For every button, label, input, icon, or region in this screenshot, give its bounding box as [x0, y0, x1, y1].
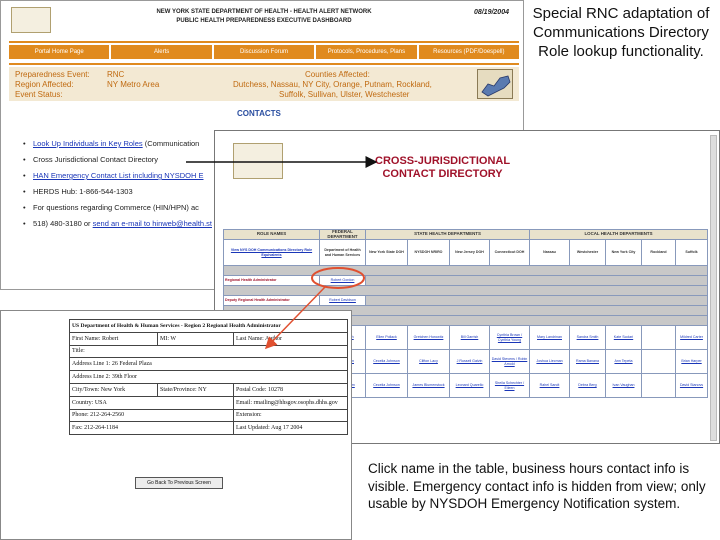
cross-jurisdictional-item[interactable]: Cross Jurisdictional Contact Directory — [33, 155, 158, 164]
event-panel: Preparedness Event: RNC Region Affected:… — [9, 67, 519, 101]
record-row: Address Line 2: 39th Floor — [68, 370, 349, 384]
contact-record-table: US Department of Health & Human Services… — [68, 319, 349, 436]
role-equivalents-link[interactable]: View NYS DOH Communications Directory Ro… — [223, 239, 320, 267]
nav-portal-home[interactable]: Portal Home Page — [9, 45, 110, 59]
table-row — [222, 265, 709, 277]
key-roles-link[interactable]: Look Up Individuals in Key Roles — [33, 139, 143, 148]
go-back-button[interactable]: Go Back To Previous Screen — [135, 477, 223, 489]
contact-link[interactable]: Cecelia Johnson — [365, 349, 408, 375]
herds-hub-text: HERDS Hub: 1-866-544-1303 — [33, 187, 133, 196]
region-value: NY Metro Area — [107, 80, 160, 89]
preparedness-label: Preparedness Event: — [15, 70, 90, 79]
nys-doh-logo — [11, 7, 51, 33]
commerce-questions-text: For questions regarding Commerce (HIN/HP… — [33, 203, 199, 212]
contact-link[interactable]: Brian Harper — [674, 349, 709, 375]
preparedness-value: RNC — [107, 70, 125, 79]
nav-divider — [9, 63, 519, 65]
table-row — [222, 285, 709, 297]
table-group-header: ROLE NAMES FEDERAL DEPARTMENT STATE HEAL… — [223, 228, 709, 241]
caption-text: Click name in the table, business hours … — [368, 461, 706, 511]
header-date: 08/19/2004 — [473, 9, 509, 16]
record-row: Fax: 212-264-1184 Last Updated: Aug 17 20… — [69, 421, 349, 436]
nav-alerts[interactable]: Alerts — [111, 45, 212, 59]
region-label: Region Affected: — [15, 80, 74, 89]
email-link[interactable]: send an e-mail to hinweb@health.st — [93, 219, 212, 228]
counties-line1: Dutchess, Nassau, NY City, Orange, Putna… — [233, 80, 432, 89]
dashboard-nav: Portal Home Page Alerts Discussion Forum… — [9, 45, 520, 59]
contact-link[interactable]: Ellen Pollack — [365, 325, 408, 351]
contact-record-screenshot: US Department of Health & Human Services… — [0, 310, 352, 540]
contact-link[interactable]: Cynthia Brown / Cynthia Young — [489, 325, 530, 351]
contact-link[interactable]: Rahel Sandt — [529, 373, 570, 399]
contact-link[interactable]: David Stanovs — [674, 373, 709, 399]
nav-resources[interactable]: Resources (PDF/Doespell) — [418, 45, 520, 59]
directory-title: CROSS-JURISDICTIONAL CONTACT DIRECTORY — [375, 155, 511, 180]
contact-link[interactable]: Robert Gordon — [319, 275, 366, 287]
counties-label: Counties Affected: — [305, 70, 370, 79]
scrollbar[interactable] — [710, 135, 717, 441]
counties-line2: Suffolk, Sullivan, Ulster, Westchester — [279, 90, 410, 99]
nav-discussion-forum[interactable]: Discussion Forum — [213, 45, 315, 59]
record-row: Country: USA Email: rmailing@hhsgov.osoph… — [69, 395, 349, 410]
contact-link[interactable]: Mary Landrinan — [529, 325, 570, 351]
record-row: Phone: 212-264-2560 Extension: — [69, 408, 349, 423]
contact-link[interactable]: Leonard Quarello — [449, 373, 490, 399]
record-row: City/Town: New York State/Province: NY Pos… — [69, 382, 349, 397]
dashboard-header: NEW YORK STATE DEPARTMENT OF HEALTH - HE… — [9, 5, 519, 39]
contact-link[interactable]: Sandra Smith — [569, 325, 606, 351]
table-row: Regional Health Administrator Robert Gor… — [223, 275, 709, 287]
contacts-heading: CONTACTS — [237, 109, 281, 118]
header-title: NEW YORK STATE DEPARTMENT OF HEALTH - HE… — [156, 9, 372, 24]
record-header: US Department of Health & Human Services… — [68, 319, 349, 333]
contact-link[interactable]: Robert Davidson — [319, 295, 366, 307]
record-row: Title: — [68, 344, 349, 359]
contact-link[interactable]: Mildred Carter — [674, 325, 709, 351]
contact-link[interactable]: Kate Scolari — [605, 325, 642, 351]
record-row: Address Line 1: 26 Federal Plaza — [68, 357, 349, 372]
nys-doh-logo — [233, 143, 283, 179]
ny-map-icon — [477, 69, 513, 99]
nav-protocols[interactable]: Protocols, Procedures, Plans — [316, 45, 417, 59]
contact-link[interactable]: Joshua Liecman — [529, 349, 570, 375]
contact-link[interactable]: Gretchen Horowitz — [407, 325, 450, 351]
contact-link[interactable]: Rama Banana — [569, 349, 606, 375]
han-contact-link[interactable]: HAN Emergency Contact List including NYS… — [33, 171, 203, 180]
record-row: First Name: Robert MI: W Last Name: Author — [69, 331, 349, 346]
contact-link[interactable]: J Russell Galvin — [449, 349, 490, 375]
contact-link[interactable]: David Stevens / Robin Arnold — [489, 349, 530, 375]
table-row: Deputy Regional Health Administrator Rob… — [223, 295, 709, 307]
table-column-header: View NYS DOH Communications Directory Ro… — [223, 239, 709, 267]
contact-link[interactable]: Debra Berg — [569, 373, 606, 399]
contact-link[interactable]: Sheila Schechter / Eileen — [489, 373, 530, 399]
contact-link[interactable]: Ann Tepeta — [605, 349, 642, 375]
contact-link[interactable]: Bill Garrish — [449, 325, 490, 351]
header-divider — [9, 41, 519, 43]
status-label: Event Status: — [15, 90, 63, 99]
contact-link[interactable]: James Blumenstock — [407, 373, 450, 399]
adaptation-note: Special RNC adaptation of Communications… — [532, 5, 710, 60]
contact-link[interactable]: Clifton Lacy — [407, 349, 450, 375]
contact-link[interactable]: Ivan Vaughan — [605, 373, 642, 399]
contact-link[interactable]: Cecelia Johnson — [365, 373, 408, 399]
